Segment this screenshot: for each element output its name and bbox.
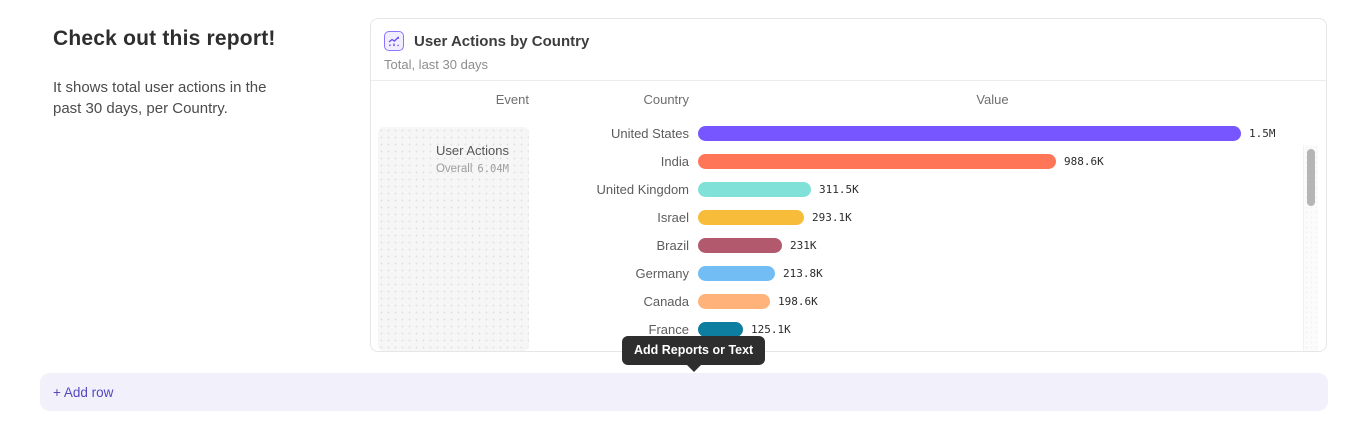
event-overall: Overall 6.04M	[378, 163, 509, 175]
tooltip: Add Reports or Text	[622, 336, 765, 365]
bar-area: 231K	[698, 238, 1326, 253]
value-label: 293.1K	[812, 211, 852, 224]
value-label: 125.1K	[751, 323, 791, 336]
bar-area: 1.5M	[698, 126, 1326, 141]
value-bar[interactable]	[698, 238, 782, 253]
value-label: 198.6K	[778, 295, 818, 308]
report-subtitle: Total, last 30 days	[384, 57, 1313, 72]
add-row-label: + Add row	[53, 385, 113, 400]
value-bar[interactable]	[698, 154, 1056, 169]
bar-area: 293.1K	[698, 210, 1326, 225]
report-card-header: User Actions by Country Total, last 30 d…	[371, 19, 1326, 80]
tooltip-label: Add Reports or Text	[634, 343, 753, 357]
bar-area: 311.5K	[698, 182, 1326, 197]
page-description: It shows total user actions in the past …	[53, 77, 288, 119]
column-header-value: Value	[689, 92, 1326, 107]
column-header-country: Country	[529, 92, 689, 107]
value-bar[interactable]	[698, 322, 743, 337]
column-header-event: Event	[371, 92, 529, 107]
value-bar[interactable]	[698, 294, 770, 309]
line-chart-icon	[384, 31, 404, 51]
add-row-button[interactable]: + Add row	[40, 373, 1328, 411]
value-bar[interactable]	[698, 266, 775, 281]
scrollbar-thumb[interactable]	[1307, 149, 1315, 206]
value-bar[interactable]	[698, 182, 811, 197]
value-label: 231K	[790, 239, 817, 252]
value-label: 988.6K	[1064, 155, 1104, 168]
value-bar[interactable]	[698, 210, 804, 225]
value-bar[interactable]	[698, 126, 1241, 141]
value-label: 213.8K	[783, 267, 823, 280]
event-name: User Actions	[378, 143, 509, 158]
column-headers: Event Country Value	[371, 81, 1326, 107]
intro-text-block: Check out this report! It shows total us…	[53, 27, 333, 119]
bar-area: 988.6K	[698, 154, 1326, 169]
vertical-scrollbar[interactable]	[1303, 145, 1318, 351]
bar-area: 198.6K	[698, 294, 1326, 309]
report-title: User Actions by Country	[414, 33, 589, 50]
value-label: 311.5K	[819, 183, 859, 196]
bar-area: 213.8K	[698, 266, 1326, 281]
value-label: 1.5M	[1249, 127, 1276, 140]
bar-chart-area: Event Country Value User Actions Overall…	[371, 81, 1326, 351]
event-summary-box[interactable]: User Actions Overall 6.04M	[378, 127, 529, 351]
page-title: Check out this report!	[53, 27, 333, 51]
report-card[interactable]: User Actions by Country Total, last 30 d…	[370, 18, 1327, 352]
overall-label: Overall	[436, 163, 472, 175]
bar-area: 125.1K	[698, 322, 1326, 337]
overall-value: 6.04M	[477, 163, 509, 175]
